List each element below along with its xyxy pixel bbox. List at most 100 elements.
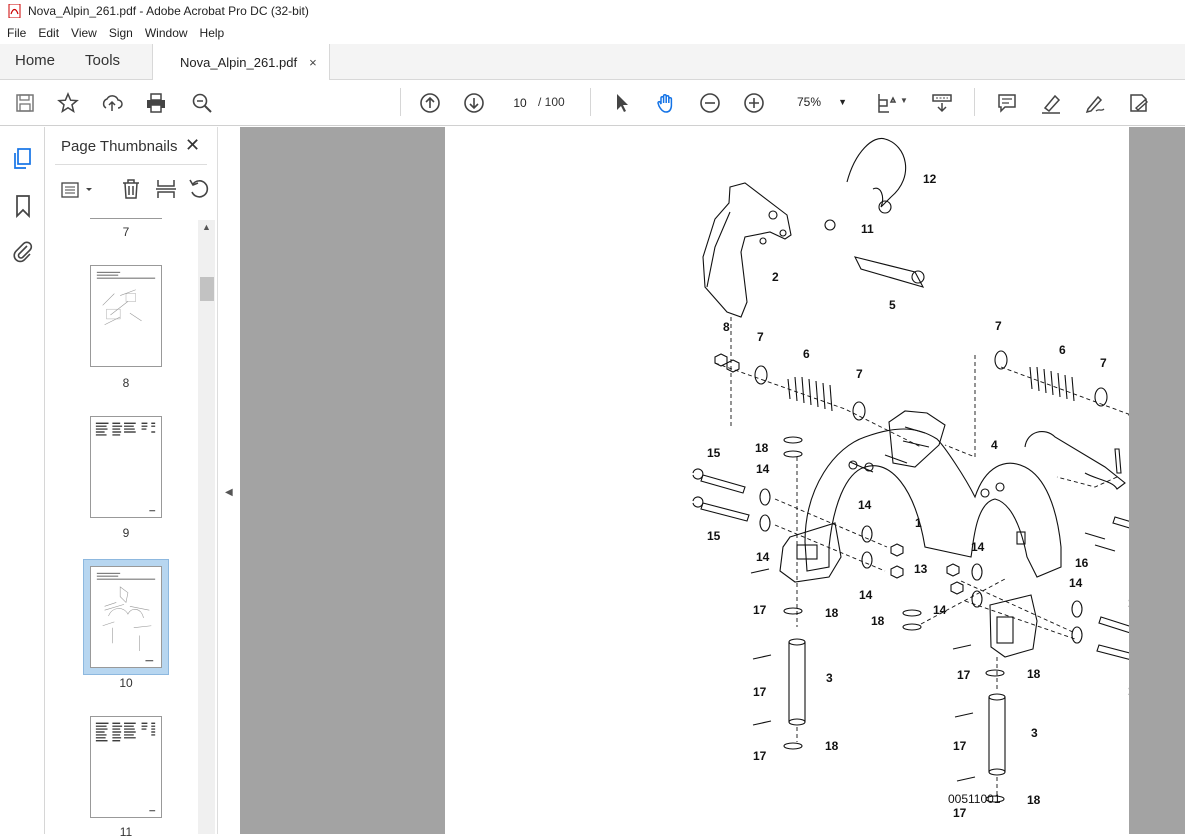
callout-label: 8 xyxy=(723,320,730,334)
callout-label: 3 xyxy=(826,671,833,685)
thumbnails-panel: Page Thumbnails ✕ 7 8 9 10 11 xyxy=(45,127,217,839)
tab-tools[interactable]: Tools xyxy=(70,43,135,79)
print-icon[interactable] xyxy=(144,91,168,115)
menu-sign[interactable]: Sign xyxy=(102,26,138,40)
bookmark-icon[interactable] xyxy=(11,194,35,219)
panel-scrollbar[interactable]: ▲ xyxy=(198,220,215,834)
upload-icon[interactable] xyxy=(100,91,124,115)
drawing-code: 00511001 xyxy=(948,792,1001,806)
scroll-up-icon[interactable]: ▲ xyxy=(202,222,211,232)
menu-window[interactable]: Window xyxy=(138,26,193,40)
scroll-mode-icon[interactable] xyxy=(930,91,954,115)
callout-label: 2 xyxy=(772,270,779,284)
callout-label: 13 xyxy=(914,562,928,576)
collapse-panel-icon[interactable]: ◀ xyxy=(225,487,233,498)
callout-label: 15 xyxy=(707,446,721,460)
window-title: Nova_Alpin_261.pdf - Adobe Acrobat Pro D… xyxy=(28,4,309,18)
panel-title: Page Thumbnails xyxy=(61,138,178,155)
fit-page-icon[interactable] xyxy=(874,91,898,115)
callout-label: 6 xyxy=(803,347,810,361)
exploded-parts-diagram: 12 11 2 5 8 7 6 7 7 6 7 9 18 15 14 4 19 … xyxy=(692,137,1185,820)
left-rail xyxy=(0,127,45,834)
tab-close-icon[interactable]: × xyxy=(309,55,317,70)
callout-label: 14 xyxy=(756,550,770,564)
thumbnail-label: 9 xyxy=(122,526,130,540)
zoom-out-icon[interactable] xyxy=(698,91,722,115)
callout-label: 15 xyxy=(707,529,721,543)
callout-label: 7 xyxy=(757,330,764,344)
callout-label: 18 xyxy=(1027,667,1041,681)
thumbnail-label: 11 xyxy=(119,825,133,839)
document-viewer[interactable]: 12 11 2 5 8 7 6 7 7 6 7 9 18 15 14 4 19 … xyxy=(240,127,1185,834)
callout-label: 14 xyxy=(1069,576,1083,590)
insert-page-icon[interactable] xyxy=(155,178,177,200)
acrobat-app-icon xyxy=(8,4,21,18)
thumbnail-page-11[interactable] xyxy=(90,716,162,818)
attachment-icon[interactable] xyxy=(11,239,35,263)
page-total: / 100 xyxy=(538,95,565,109)
menu-bar: File Edit View Sign Window Help xyxy=(0,22,1185,44)
tab-home[interactable]: Home xyxy=(0,43,70,79)
callout-label: 7 xyxy=(1100,356,1107,370)
options-menu-icon[interactable] xyxy=(61,180,97,200)
menu-view[interactable]: View xyxy=(64,26,102,40)
callout-label: 5 xyxy=(889,298,896,312)
callout-label: 3 xyxy=(1031,726,1038,740)
toolbar-separator xyxy=(974,88,975,116)
callout-label: 17 xyxy=(753,685,767,699)
callout-label: 17 xyxy=(953,739,967,753)
trash-icon[interactable] xyxy=(121,178,141,200)
callout-label: 18 xyxy=(871,614,885,628)
select-arrow-icon[interactable] xyxy=(610,91,634,115)
menu-edit[interactable]: Edit xyxy=(31,26,64,40)
callout-label: 14 xyxy=(858,498,872,512)
toolbar-separator xyxy=(400,88,401,116)
fill-sign-icon[interactable] xyxy=(1127,91,1151,115)
page-number-input[interactable]: 10 xyxy=(505,90,535,114)
highlight-icon[interactable] xyxy=(1039,91,1063,115)
tab-document[interactable]: Nova_Alpin_261.pdf × xyxy=(152,44,330,80)
zoom-in-icon[interactable] xyxy=(742,91,766,115)
tab-document-label: Nova_Alpin_261.pdf xyxy=(180,54,298,70)
thumbnail-label: 7 xyxy=(122,225,130,239)
toolbar xyxy=(0,80,1185,126)
star-icon[interactable] xyxy=(56,91,80,115)
rotate-icon[interactable] xyxy=(188,178,210,200)
thumbnails-icon[interactable] xyxy=(11,147,35,171)
callout-label: 4 xyxy=(991,438,998,452)
zoom-select[interactable]: 75% ▼ xyxy=(789,90,853,114)
scrollbar-thumb[interactable] xyxy=(200,277,214,301)
panel-splitter[interactable]: ◀ xyxy=(217,127,240,834)
callout-label: 17 xyxy=(753,603,767,617)
callout-label: 7 xyxy=(856,367,863,381)
hand-icon[interactable] xyxy=(654,91,678,115)
sign-icon[interactable] xyxy=(1083,91,1107,115)
save-icon[interactable] xyxy=(13,91,37,115)
callout-label: 1 xyxy=(915,516,922,530)
close-icon[interactable]: ✕ xyxy=(185,135,200,156)
callout-label: 17 xyxy=(753,749,767,763)
callout-label: 17 xyxy=(953,806,967,820)
callout-label: 18 xyxy=(755,441,769,455)
menu-help[interactable]: Help xyxy=(193,26,230,40)
comment-icon[interactable] xyxy=(995,91,1019,115)
prev-page-icon[interactable] xyxy=(418,91,442,115)
next-page-icon[interactable] xyxy=(462,91,486,115)
callout-label: 11 xyxy=(861,222,874,236)
toolbar-separator xyxy=(590,88,591,116)
menu-file[interactable]: File xyxy=(0,26,31,40)
zoom-search-icon[interactable] xyxy=(190,91,214,115)
panel-divider xyxy=(55,164,207,165)
thumbnail-page-9[interactable] xyxy=(90,416,162,518)
callout-label: 18 xyxy=(825,739,839,753)
thumbnail-page-8[interactable] xyxy=(90,265,162,367)
chevron-down-icon: ▼ xyxy=(838,97,847,107)
thumbnail-page-10[interactable] xyxy=(90,566,162,668)
callout-label: 18 xyxy=(1027,793,1041,807)
callout-label: 7 xyxy=(995,319,1002,333)
thumbnail-label: 10 xyxy=(119,676,133,690)
chevron-down-icon[interactable]: ▼ xyxy=(900,96,908,105)
callout-label: 17 xyxy=(957,668,971,682)
callout-label: 14 xyxy=(933,603,947,617)
callout-label: 14 xyxy=(859,588,873,602)
